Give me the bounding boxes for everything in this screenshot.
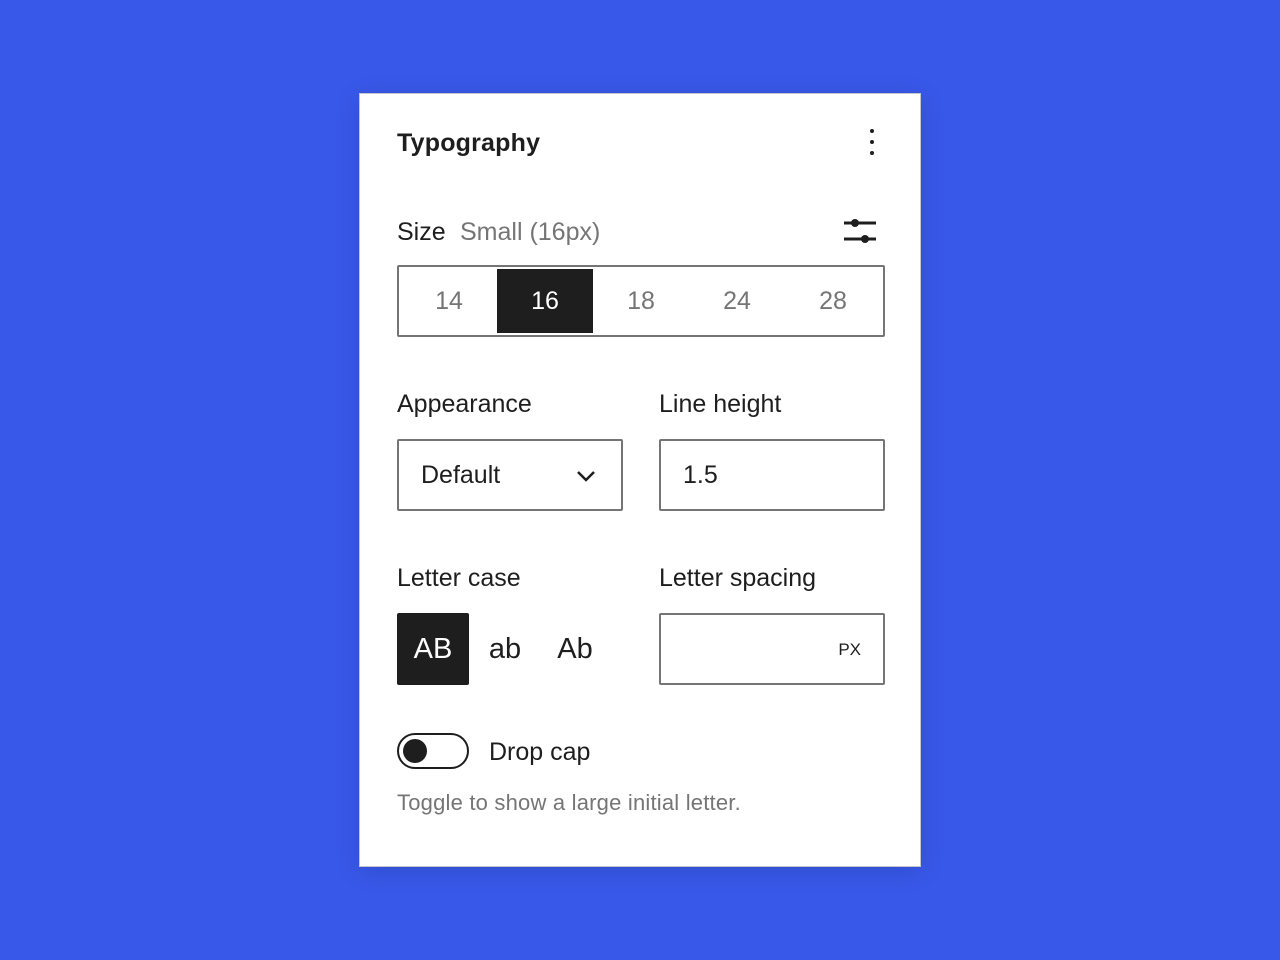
line-height-input[interactable]: 1.5 [659,439,885,511]
drop-cap-label: Drop cap [489,738,591,766]
size-label: Size [397,218,446,246]
settings-sliders-icon [844,219,876,243]
letter-spacing-unit: PX [838,640,861,659]
drop-cap-help-text: Toggle to show a large initial letter. [397,790,741,815]
appearance-label: Appearance [397,390,532,418]
letter-case-label: Letter case [397,564,521,592]
lowercase-button[interactable]: ab [469,613,541,685]
line-height-value: 1.5 [683,461,718,489]
uppercase-button[interactable]: AB [397,613,469,685]
size-option[interactable]: 18 [593,269,689,333]
chevron-down-icon [577,471,595,482]
more-options-button[interactable] [852,122,892,162]
letter-spacing-input[interactable]: PX [659,613,885,685]
size-option[interactable]: 14 [401,269,497,333]
size-value: Small (16px) [460,218,601,246]
size-option[interactable]: 28 [785,269,881,333]
letter-spacing-label: Letter spacing [659,564,817,592]
toggle-knob [403,739,427,763]
panel-title: Typography [397,129,541,157]
size-option-selected[interactable]: 16 [497,269,593,333]
capitalize-button[interactable]: Ab [539,613,611,685]
typography-panel: Typography Size Small (16px) 14 16 18 24… [359,93,921,867]
line-height-label: Line height [659,390,782,418]
drop-cap-toggle[interactable] [397,733,469,769]
font-size-picker: 14 16 18 24 28 [397,265,885,337]
appearance-select[interactable]: Default [397,439,623,511]
appearance-value: Default [421,461,501,489]
size-option[interactable]: 24 [689,269,785,333]
custom-size-button[interactable] [840,212,880,252]
